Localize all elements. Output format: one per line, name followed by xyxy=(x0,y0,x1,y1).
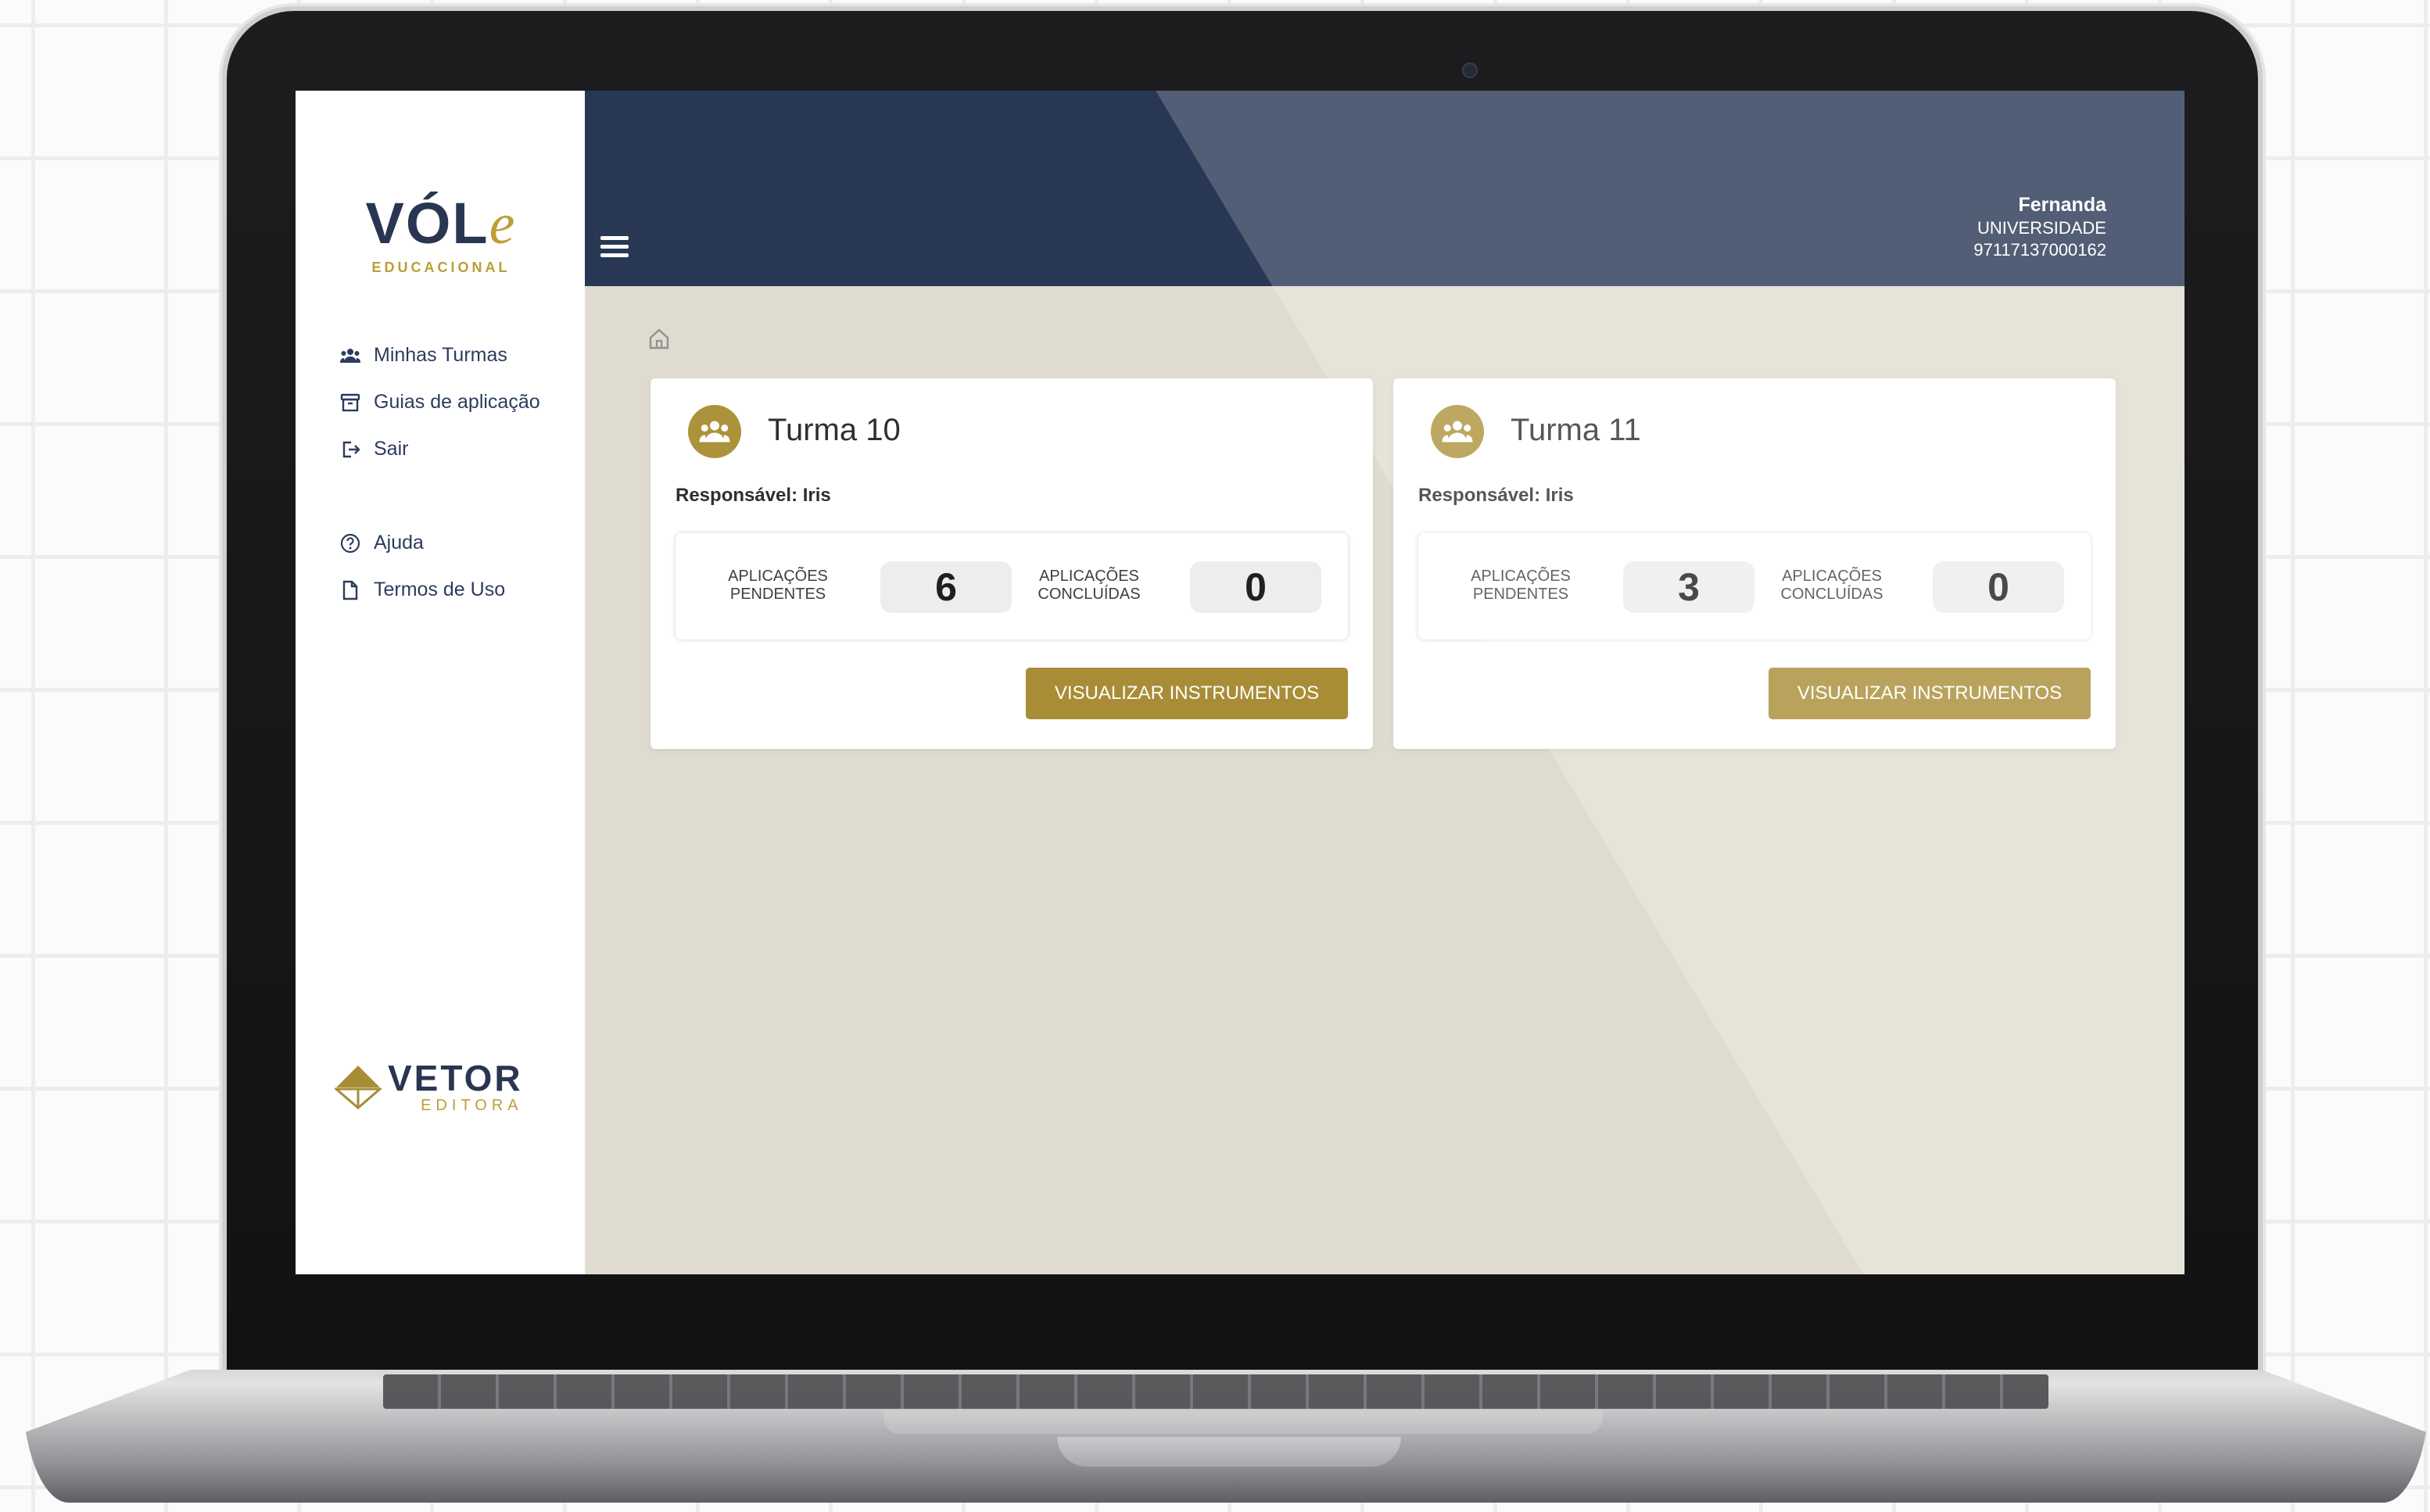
class-group-icon xyxy=(688,405,741,458)
vetor-logo-subtext: EDITORA xyxy=(421,1097,523,1114)
vole-logo: VÓLe EDUCACIONAL xyxy=(353,195,529,276)
sidebar: VÓLe EDUCACIONAL Minhas Turmas Guias de … xyxy=(296,91,586,1274)
home-breadcrumb-icon[interactable] xyxy=(647,327,671,350)
sidebar-item-sair[interactable]: Sair xyxy=(339,438,408,460)
app-screen: VÓLe EDUCACIONAL Minhas Turmas Guias de … xyxy=(296,91,2184,1274)
class-title: Turma 11 xyxy=(1511,413,1641,447)
vetor-logo-mark-icon xyxy=(335,1066,382,1109)
completed-count: 0 xyxy=(1933,561,2064,613)
sidebar-item-label: Termos de Uso xyxy=(374,579,506,600)
logout-icon xyxy=(339,439,361,460)
user-name: Fernanda xyxy=(2018,194,2106,216)
sidebar-item-label: Guias de aplicação xyxy=(374,391,540,413)
class-card: Turma 11 Responsável: Iris APLICAÇÕES PE… xyxy=(1393,378,2116,749)
keyboard-edge xyxy=(383,1374,2048,1409)
top-header: Fernanda UNIVERSIDADE 97117137000162 xyxy=(585,91,2184,286)
lid-notch xyxy=(1057,1437,1401,1467)
archive-icon xyxy=(339,392,361,414)
pending-label: APLICAÇÕES PENDENTES xyxy=(728,568,828,603)
vetor-editora-logo: VETOR EDITORA xyxy=(335,1060,523,1113)
class-stats: APLICAÇÕES PENDENTES 6 APLICAÇÕES CONCLU… xyxy=(676,533,1348,640)
sidebar-item-label: Sair xyxy=(374,438,409,460)
group-icon xyxy=(339,345,361,367)
logo-main-text: VÓL xyxy=(365,191,489,256)
logo-subtitle: EDUCACIONAL xyxy=(371,260,511,275)
trackpad xyxy=(883,1410,1603,1434)
view-instruments-button[interactable]: VISUALIZAR INSTRUMENTOS xyxy=(1769,668,2091,719)
hamburger-menu-icon[interactable] xyxy=(600,236,629,260)
class-responsible: Responsável: Iris xyxy=(1418,485,1574,506)
class-card: Turma 10 Responsável: Iris APLICAÇÕES PE… xyxy=(651,378,1373,749)
sidebar-item-label: Ajuda xyxy=(374,532,424,554)
class-group-icon xyxy=(1431,405,1484,458)
pending-count: 6 xyxy=(880,561,1012,613)
document-icon xyxy=(339,579,361,601)
user-organization: UNIVERSIDADE xyxy=(1977,218,2106,238)
completed-count: 0 xyxy=(1190,561,1321,613)
sidebar-item-minhas-turmas[interactable]: Minhas Turmas xyxy=(339,344,507,367)
class-stats: APLICAÇÕES PENDENTES 3 APLICAÇÕES CONCLU… xyxy=(1418,533,2091,640)
logo-accent-text: e xyxy=(489,192,517,256)
sidebar-item-ajuda[interactable]: Ajuda xyxy=(339,532,424,554)
completed-label: APLICAÇÕES CONCLUÍDAS xyxy=(1038,568,1141,603)
class-title: Turma 10 xyxy=(768,413,901,447)
completed-label: APLICAÇÕES CONCLUÍDAS xyxy=(1780,568,1883,603)
user-info: Fernanda UNIVERSIDADE 97117137000162 xyxy=(1973,194,2106,260)
pending-label: APLICAÇÕES PENDENTES xyxy=(1471,568,1571,603)
view-instruments-button[interactable]: VISUALIZAR INSTRUMENTOS xyxy=(1026,668,1348,719)
pending-count: 3 xyxy=(1623,561,1754,613)
sidebar-item-label: Minhas Turmas xyxy=(374,344,507,366)
user-id: 97117137000162 xyxy=(1973,240,2106,260)
camera-icon xyxy=(1462,63,1478,78)
sidebar-item-termos[interactable]: Termos de Uso xyxy=(339,579,505,601)
sidebar-item-guias[interactable]: Guias de aplicação xyxy=(339,391,540,414)
help-circle-icon xyxy=(339,532,361,554)
vetor-logo-text: VETOR xyxy=(388,1058,523,1098)
class-responsible: Responsável: Iris xyxy=(676,485,831,506)
